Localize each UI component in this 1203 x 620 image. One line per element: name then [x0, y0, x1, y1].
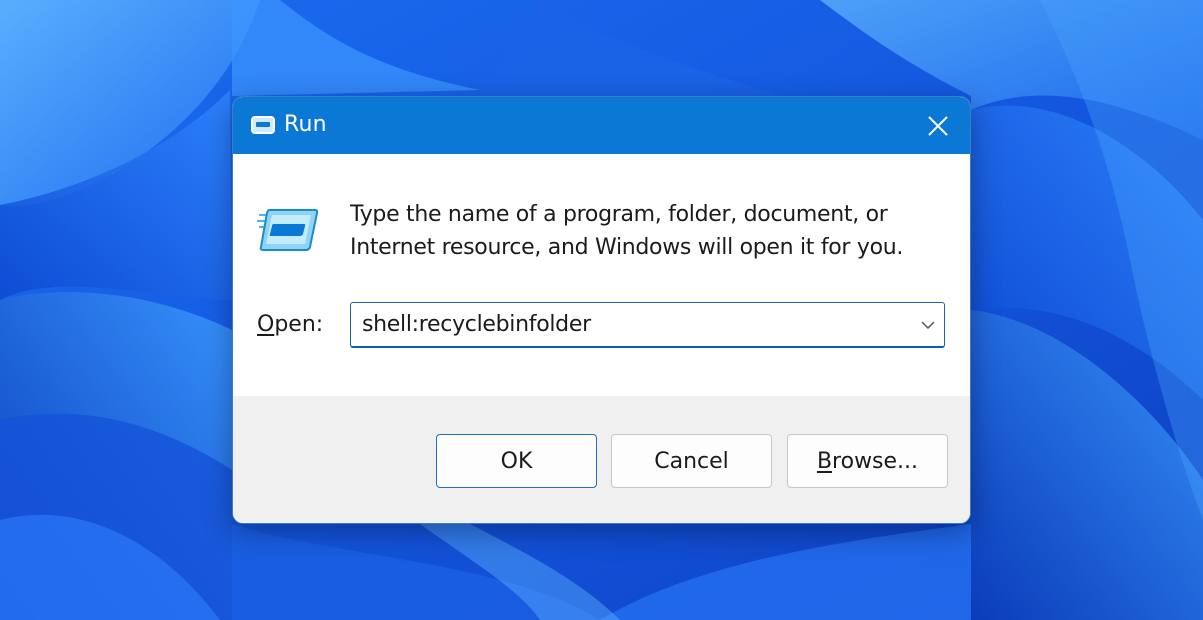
run-dialog: Run Type the name of a program, folder, …: [232, 96, 971, 524]
close-button[interactable]: [922, 110, 954, 142]
open-combobox[interactable]: shell:recyclebinfolder: [350, 302, 945, 348]
ok-button[interactable]: OK: [436, 434, 597, 488]
run-icon: [250, 115, 276, 135]
chevron-down-icon: [921, 321, 935, 330]
run-icon: [257, 207, 319, 253]
window-title: Run: [284, 112, 327, 137]
dropdown-button[interactable]: [920, 317, 936, 333]
browse-label: rowse...: [832, 448, 919, 474]
title-bar[interactable]: Run: [233, 97, 970, 154]
dialog-description: Type the name of a program, folder, docu…: [350, 202, 904, 260]
close-icon: [928, 116, 948, 136]
browse-mnemonic: B: [816, 448, 833, 474]
button-bar: OK Cancel Browse...: [233, 396, 970, 523]
open-label: Open:: [257, 312, 323, 337]
cancel-button[interactable]: Cancel: [611, 434, 772, 488]
dialog-content: Type the name of a program, folder, docu…: [233, 154, 970, 396]
open-input[interactable]: shell:recyclebinfolder: [362, 312, 591, 337]
open-label-text: pen:: [274, 312, 324, 337]
browse-button[interactable]: Browse...: [787, 434, 948, 488]
open-label-mnemonic: O: [257, 312, 275, 337]
